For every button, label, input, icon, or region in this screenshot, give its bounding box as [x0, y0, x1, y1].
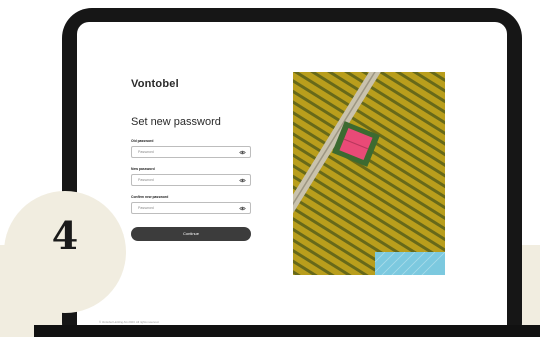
aerial-field-photo	[293, 72, 445, 275]
confirm-password-placeholder: Password	[138, 206, 154, 210]
laptop-screen: Vontobel Set new password Old password P…	[77, 22, 507, 337]
new-password-field[interactable]: Password	[131, 174, 251, 186]
eye-icon[interactable]	[239, 177, 246, 184]
old-password-field[interactable]: Password	[131, 146, 251, 158]
page-title: Set new password	[131, 116, 221, 128]
brand-logo: Vontobel	[131, 78, 179, 90]
eye-icon[interactable]	[239, 205, 246, 212]
step-number: 4	[51, 213, 79, 258]
old-password-label: Old password	[131, 139, 154, 143]
laptop-base	[34, 325, 540, 337]
continue-button[interactable]: Continue	[131, 227, 251, 241]
confirm-password-field[interactable]: Password	[131, 202, 251, 214]
new-password-label: New password	[131, 167, 155, 171]
old-password-placeholder: Password	[138, 150, 154, 154]
confirm-password-label: Confirm new password	[131, 195, 169, 199]
eye-icon[interactable]	[239, 149, 246, 156]
new-password-placeholder: Password	[138, 178, 154, 182]
footer-copyright: © Vontobel Holding AG 2023. All rights r…	[99, 320, 160, 324]
